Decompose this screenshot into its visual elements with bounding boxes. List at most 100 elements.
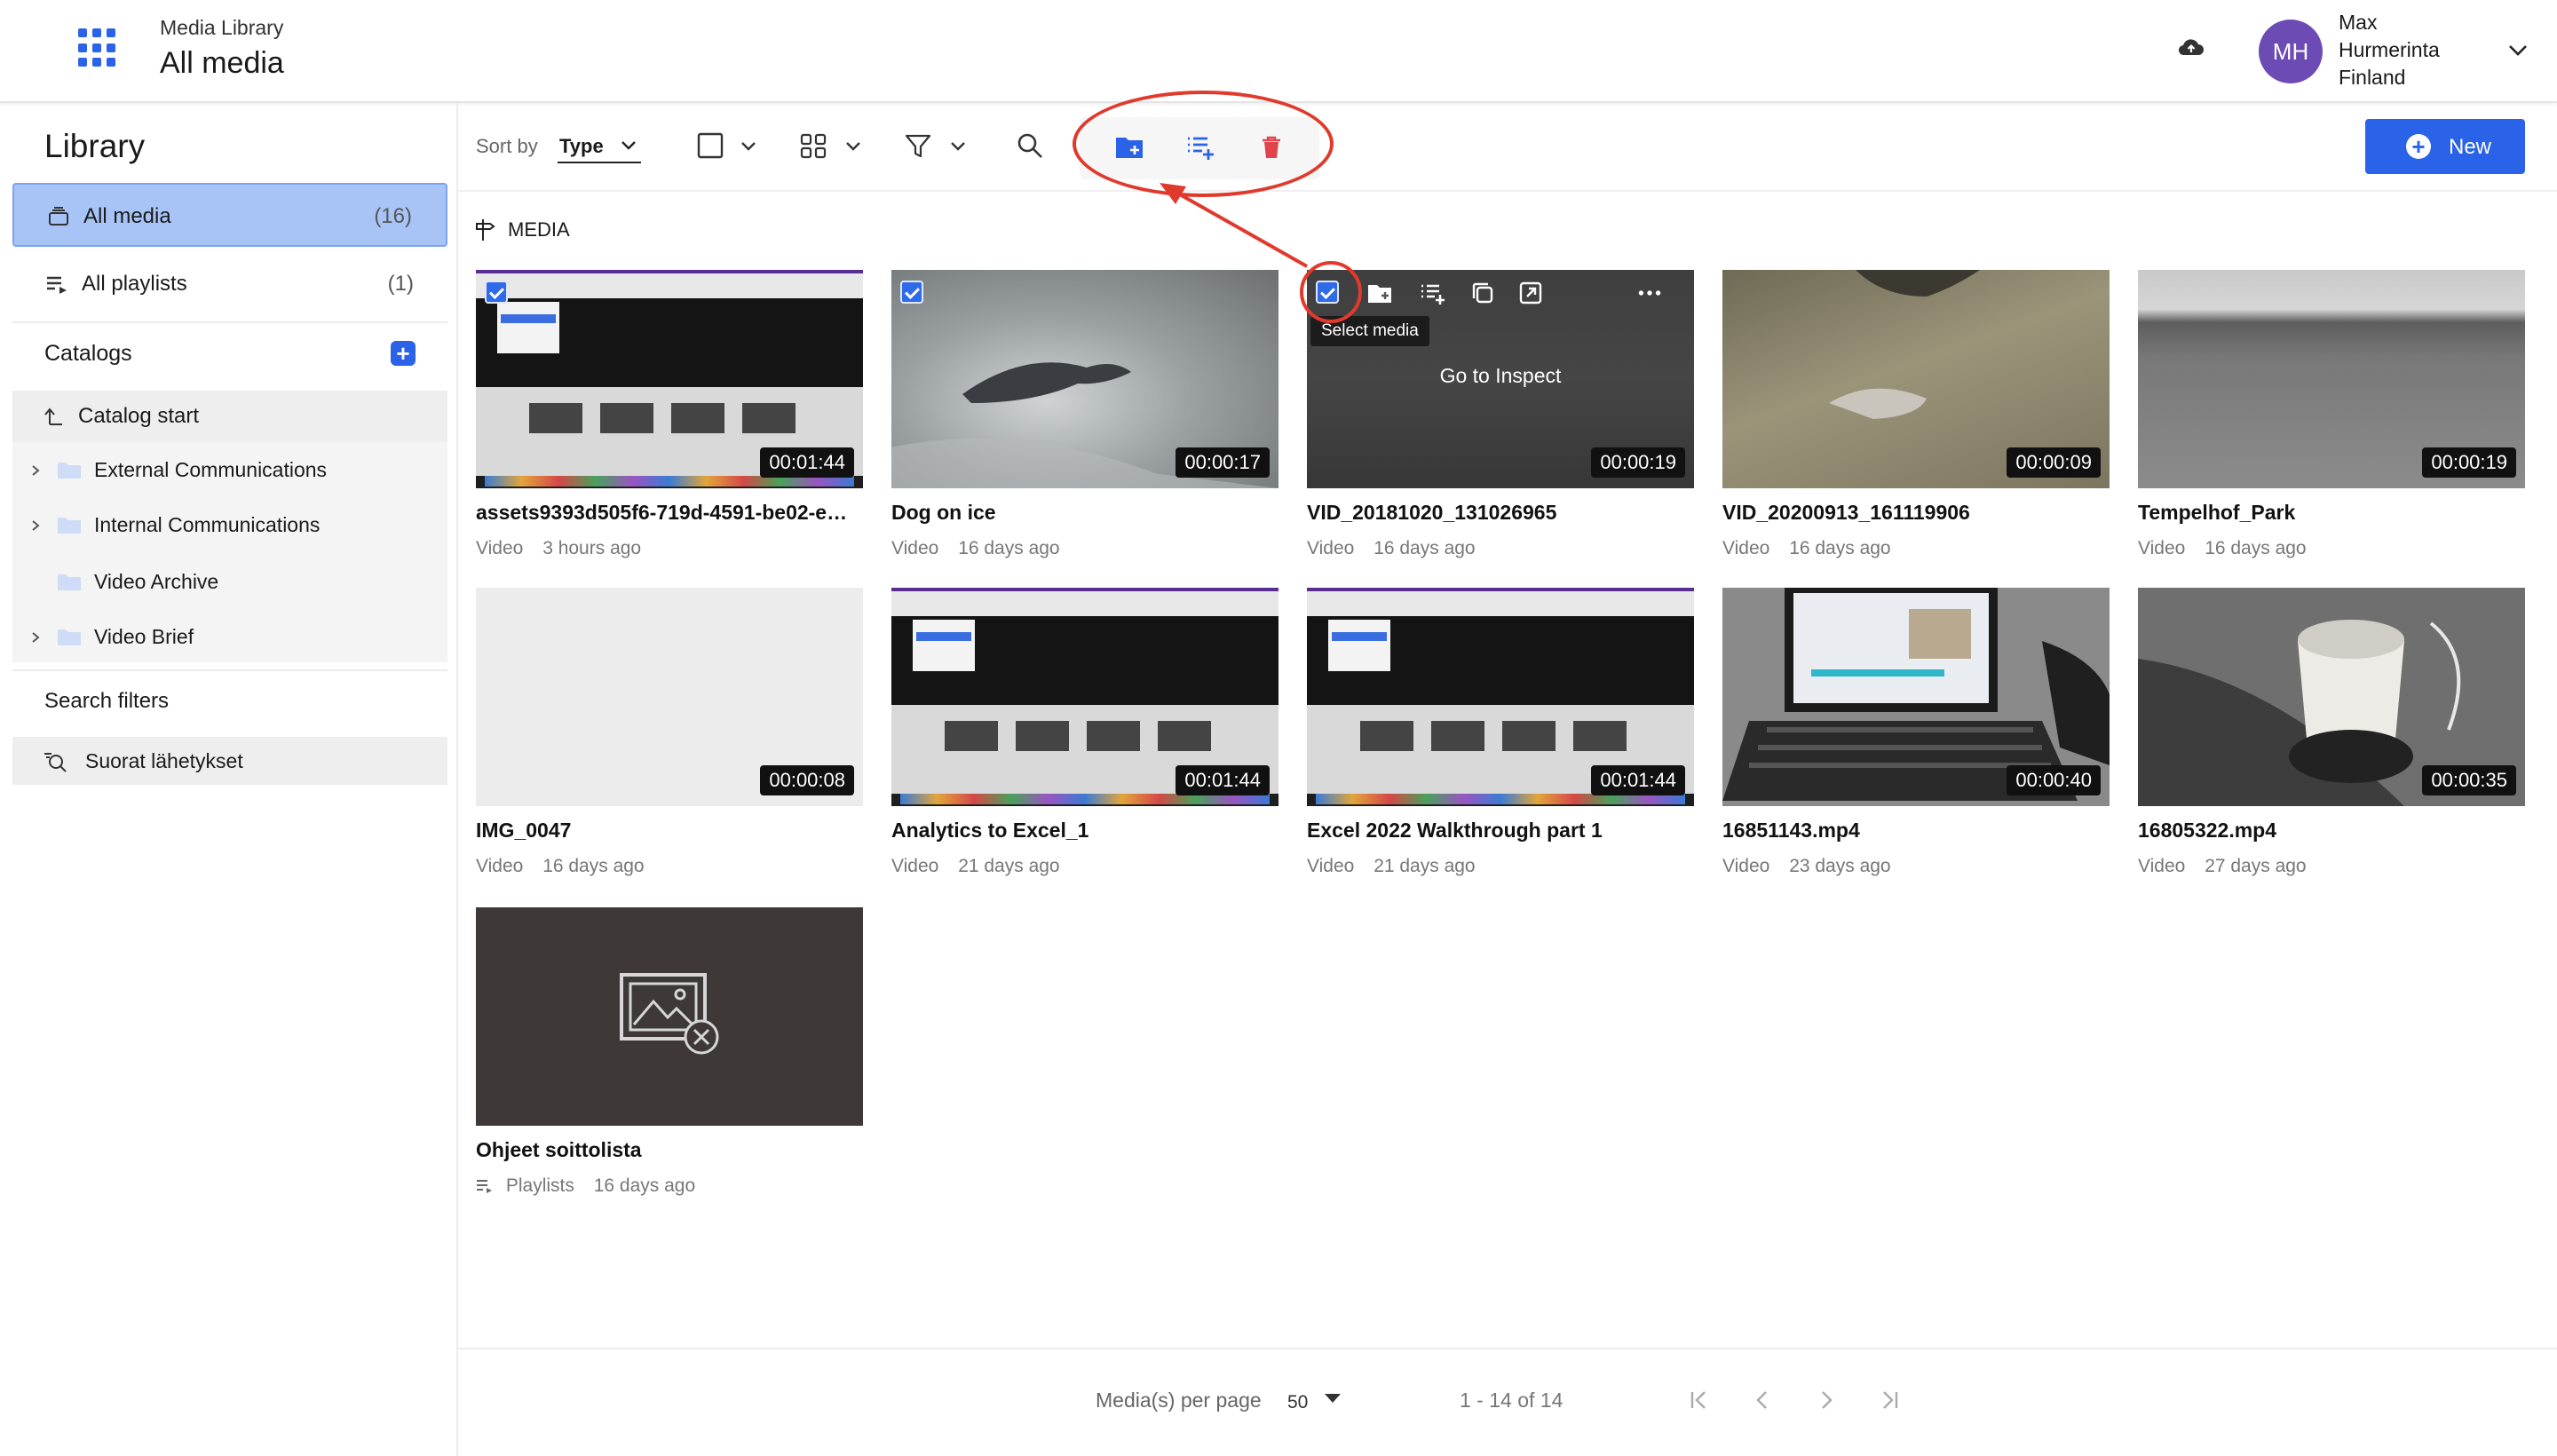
media-card[interactable]: 00:00:35 16805322.mp4 Video 27 days ago [2138,588,2525,890]
chevron-down-icon[interactable] [2506,37,2530,62]
media-thumbnail[interactable]: 00:00:19 [2138,270,2525,488]
media-title[interactable]: 16851143.mp4 [1722,819,2110,843]
media-title[interactable]: Analytics to Excel_1 [891,819,1278,843]
sidebar-item-count: (1) [387,272,414,296]
media-card[interactable]: 00:01:44 Excel 2022 Walkthrough part 1 V… [1307,588,1694,890]
select-all-checkbox-icon[interactable] [694,130,726,162]
add-to-playlist-icon[interactable] [1419,279,1447,307]
chevron-right-icon[interactable] [27,460,44,481]
cloud-upload-icon[interactable] [2177,34,2205,62]
media-title[interactable]: Dog on ice [891,501,1278,525]
media-age: 16 days ago [2205,538,2307,558]
playlist-icon [47,276,67,294]
media-thumbnail[interactable]: 00:00:17 [891,270,1278,488]
media-title[interactable]: Ohjeet soittolista [476,1138,863,1162]
saved-search-item[interactable]: Suorat lähetykset [12,737,447,785]
chevron-right-icon[interactable] [27,627,44,648]
select-checkbox[interactable] [1316,281,1339,304]
media-card[interactable]: Select media Go to Inspect 00:00:19 VID_… [1307,270,1694,572]
chevron-down-icon[interactable] [843,137,863,156]
add-to-playlist-icon[interactable] [1184,131,1216,163]
next-page-icon[interactable] [1813,1387,1840,1413]
sidebar-item-all-media[interactable]: All media (16) [12,183,447,247]
go-to-inspect-link[interactable]: Go to Inspect [1307,364,1694,388]
app-launcher-icon[interactable] [78,28,117,67]
move-to-folder-icon[interactable] [1366,279,1394,307]
filter-icon[interactable] [902,130,934,162]
media-meta: Video 21 days ago [1307,856,1476,877]
media-thumbnail[interactable]: Select media Go to Inspect 00:00:19 [1307,270,1694,488]
media-card[interactable]: 00:00:09 VID_20200913_161119906 Video 16… [1722,270,2110,572]
media-title[interactable]: assets9393d505f6-719d-4591-be02-e… [476,501,863,525]
media-meta: Video 3 hours ago [476,538,641,559]
media-meta: Video 16 days ago [891,538,1060,559]
folder-icon [58,629,81,645]
select-checkbox[interactable] [485,281,508,304]
open-external-icon[interactable] [1516,279,1545,307]
add-catalog-button[interactable]: + [391,341,416,366]
catalog-item-internal-communications[interactable]: Internal Communications [12,499,447,552]
media-thumbnail[interactable]: 00:00:40 [1722,588,2110,806]
duplicate-icon[interactable] [1468,279,1497,307]
media-title[interactable]: VID_20181020_131026965 [1307,501,1694,525]
image-unavailable-icon [620,973,719,1055]
last-page-icon[interactable] [1877,1387,1904,1413]
media-card[interactable]: 00:01:44 assets9393d505f6-719d-4591-be02… [476,270,863,572]
caret-down-icon[interactable] [1325,1394,1341,1403]
media-thumbnail[interactable]: 00:00:35 [2138,588,2525,806]
media-thumbnail[interactable]: 00:01:44 [1307,588,1694,806]
sort-label: Sort by [476,135,538,157]
chevron-right-icon[interactable] [27,515,44,536]
sort-select[interactable]: Type [558,128,641,163]
sidebar-item-label: All playlists [82,272,187,296]
sidebar-item-all-playlists[interactable]: All playlists (1) [12,252,447,316]
media-thumbnail[interactable]: 00:00:09 [1722,270,2110,488]
sidebar: Library All media (16) All playlists (1)… [0,103,458,1456]
media-title[interactable]: VID_20200913_161119906 [1722,501,2110,525]
search-icon[interactable] [1014,130,1046,162]
catalog-item-external-communications[interactable]: External Communications [12,444,447,497]
media-card[interactable]: 00:01:44 Analytics to Excel_1 Video 21 d… [891,588,1278,890]
app-root: Media Library All media MH Max Hurmerint… [0,0,2557,1456]
more-options-icon[interactable] [1635,279,1664,307]
previous-page-icon[interactable] [1749,1387,1776,1413]
media-type: Video [476,856,524,876]
duration-badge: 00:01:44 [1591,765,1685,795]
chevron-down-icon[interactable] [948,137,968,156]
media-thumbnail[interactable]: 00:01:44 [476,270,863,488]
catalog-item-video-archive[interactable]: Video Archive [12,556,447,609]
catalog-item-video-brief[interactable]: Video Brief [12,611,447,664]
media-title[interactable]: Tempelhof_Park [2138,501,2525,525]
media-title[interactable]: IMG_0047 [476,819,863,843]
search-filter-icon [44,753,67,772]
catalog-start[interactable]: Catalog start [12,391,447,442]
chevron-down-icon[interactable] [739,137,758,156]
move-to-folder-icon[interactable] [1113,131,1145,163]
media-type: Video [891,856,939,876]
grid-view-icon[interactable] [797,130,829,162]
catalogs-heading: Catalogs [44,341,132,366]
new-button[interactable]: + New [2365,119,2525,174]
media-thumbnail[interactable]: 00:00:08 [476,588,863,806]
media-thumbnail[interactable]: 00:01:44 [891,588,1278,806]
user-name: Max Hurmerinta Finland [2339,11,2440,89]
media-age: 21 days ago [1373,856,1476,876]
playlist-card[interactable]: Ohjeet soittolista Playlists 16 days ago [476,907,863,1209]
delete-icon[interactable] [1255,131,1287,163]
per-page-select[interactable]: 50 [1287,1392,1308,1413]
media-card[interactable]: 00:00:17 Dog on ice Video 16 days ago [891,270,1278,572]
playlist-icon [477,1180,492,1193]
media-card[interactable]: 00:00:19 Tempelhof_Park Video 16 days ag… [2138,270,2525,572]
media-title[interactable]: Excel 2022 Walkthrough part 1 [1307,819,1694,843]
duration-badge: 00:01:44 [1176,765,1270,795]
media-card[interactable]: 00:00:40 16851143.mp4 Video 23 days ago [1722,588,2110,890]
tooltip: Select media [1310,316,1429,346]
media-card[interactable]: 00:00:08 IMG_0047 Video 16 days ago [476,588,863,890]
media-thumbnail[interactable] [476,907,863,1126]
first-page-icon[interactable] [1685,1387,1712,1413]
avatar[interactable]: MH [2259,20,2323,83]
media-type: Playlists [505,1175,574,1196]
media-title[interactable]: 16805322.mp4 [2138,819,2525,843]
toolbar: Sort by Type [458,103,2557,192]
select-checkbox[interactable] [900,281,923,304]
